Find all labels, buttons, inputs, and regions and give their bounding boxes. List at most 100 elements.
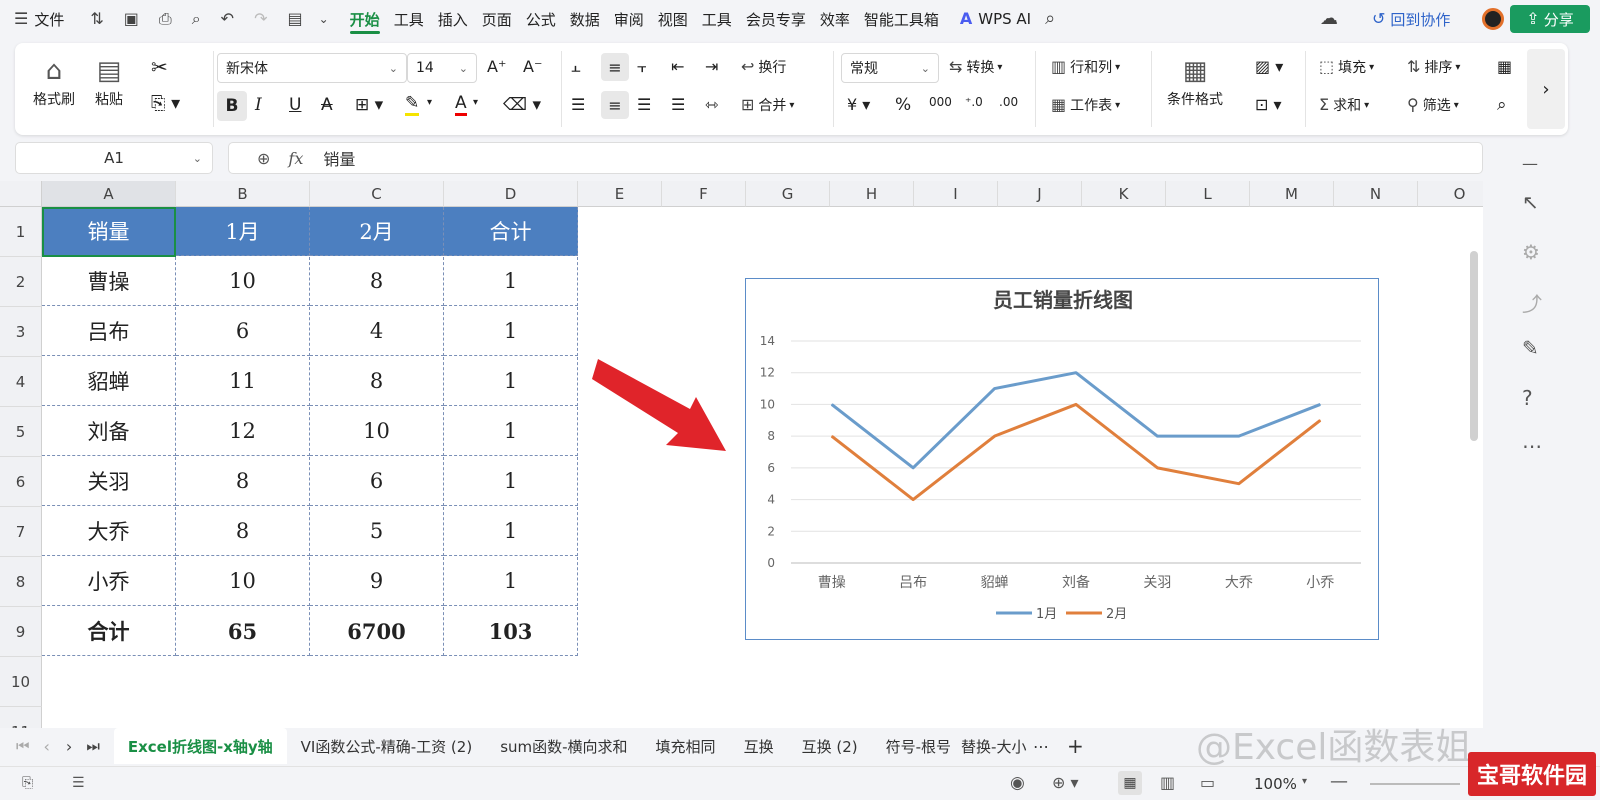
row-header-3[interactable]: 3 <box>0 307 42 357</box>
print-icon[interactable]: ⎙ <box>159 11 172 27</box>
column-header-e[interactable]: E <box>578 181 662 207</box>
scissors-icon[interactable]: ✂ <box>151 55 168 79</box>
align-bottom-icon[interactable]: ⫟ <box>637 57 647 77</box>
share-button[interactable]: ⇪ 分享 <box>1510 5 1590 33</box>
first-sheet-icon[interactable]: ⏮ <box>16 737 30 755</box>
table-cell[interactable]: 1 <box>444 407 578 456</box>
table-cell[interactable]: 4 <box>310 307 444 356</box>
distributed-icon[interactable]: ⇿ <box>705 95 718 114</box>
table-cell[interactable]: 刘备 <box>42 407 176 456</box>
sheet-tab[interactable]: 填充相同 <box>642 728 730 764</box>
row-header-5[interactable]: 5 <box>0 407 42 457</box>
minimize-icon[interactable]: — <box>1522 154 1538 173</box>
bold-button[interactable]: B <box>217 91 247 121</box>
sort-button[interactable]: ⇅ 排序 ▾ <box>1407 57 1460 77</box>
decrease-font-icon[interactable]: A⁻ <box>523 57 542 76</box>
tab-member[interactable]: 会员专享 <box>739 0 813 38</box>
table-cell[interactable]: 8 <box>176 507 310 556</box>
column-header-o[interactable]: O <box>1418 181 1483 207</box>
table-header-cell[interactable]: 2月 <box>310 207 444 256</box>
sum-button[interactable]: Σ 求和 ▾ <box>1319 95 1369 115</box>
convert-button[interactable]: ⇆ 转换 ▾ <box>949 57 1002 77</box>
format-painter-button[interactable]: ⌂ 格式刷 <box>33 53 75 109</box>
table-cell[interactable]: 1 <box>444 507 578 556</box>
font-size-select[interactable]: 14 ⌄ <box>407 53 477 83</box>
underline-button[interactable]: U <box>289 95 301 115</box>
search-icon[interactable]: ⌕ <box>1045 10 1055 28</box>
tab-view[interactable]: 视图 <box>651 0 695 38</box>
vertical-scrollbar[interactable] <box>1468 211 1480 721</box>
sheet-tab[interactable]: sum函数-横向求和 <box>486 728 641 764</box>
table-cell[interactable]: 6700 <box>310 607 444 656</box>
cell-mode-icon[interactable]: ⎘ <box>22 775 33 791</box>
table-cell[interactable]: 8 <box>310 357 444 406</box>
table-cell[interactable]: 103 <box>444 607 578 656</box>
find-icon[interactable]: ⌕ <box>1497 95 1507 115</box>
table-header-cell[interactable]: 1月 <box>176 207 310 256</box>
column-header-f[interactable]: F <box>662 181 746 207</box>
table-cell[interactable]: 9 <box>310 557 444 606</box>
sort-icon[interactable]: ⇅ <box>90 11 103 27</box>
tab-page[interactable]: 页面 <box>475 0 519 38</box>
column-header-n[interactable]: N <box>1334 181 1418 207</box>
chevron-down-icon[interactable]: ▾ <box>427 97 432 108</box>
sheet-tab[interactable]: 符号-根号 <box>872 728 957 764</box>
table-cell[interactable]: 关羽 <box>42 457 176 506</box>
table-cell[interactable]: 1 <box>444 307 578 356</box>
row-header-6[interactable]: 6 <box>0 457 42 507</box>
row-header-8[interactable]: 8 <box>0 557 42 607</box>
table-cell[interactable]: 6 <box>310 457 444 506</box>
increase-indent-icon[interactable]: ⇥ <box>705 57 718 76</box>
help-icon[interactable]: ? <box>1522 386 1533 410</box>
wps-ai-button[interactable]: A WPS AI <box>960 0 1031 38</box>
zoom-level[interactable]: 100% <box>1254 775 1297 793</box>
tools-icon[interactable]: ✎ <box>1522 336 1539 360</box>
column-header-d[interactable]: D <box>444 181 578 207</box>
eraser-icon[interactable]: ⌫ ▾ <box>503 95 541 115</box>
line-chart[interactable]: 员工销量折线图 0 2 4 6 8 10 12 14 曹操 吕布 貂蝉 刘备 关羽 大乔 小乔 1月 2月 <box>745 278 1379 640</box>
font-color-icon[interactable]: A <box>455 93 467 116</box>
select-all-corner[interactable] <box>0 181 42 207</box>
eye-icon[interactable]: ◉ <box>1010 773 1025 793</box>
row-header-1[interactable]: 1 <box>0 207 42 257</box>
sheet-tab[interactable]: VI函数公式-精确-工资 (2) <box>287 728 487 764</box>
row-header-4[interactable]: 4 <box>0 357 42 407</box>
row-header-10[interactable]: 10 <box>0 657 42 707</box>
tab-tools-2[interactable]: 工具 <box>695 0 739 38</box>
table-cell[interactable]: 10 <box>176 557 310 606</box>
decrease-indent-icon[interactable]: ⇤ <box>671 57 684 76</box>
tab-formula[interactable]: 公式 <box>519 0 563 38</box>
currency-icon[interactable]: ¥ ▾ <box>847 95 870 114</box>
merge-button[interactable]: ⊞ 合并 ▾ <box>741 95 794 115</box>
tab-data[interactable]: 数据 <box>563 0 607 38</box>
chevron-down-icon[interactable]: ▾ <box>473 97 478 108</box>
table-cell[interactable]: 1 <box>444 257 578 306</box>
align-center-icon[interactable]: ≡ <box>601 91 629 119</box>
conditional-format-button[interactable]: ▦ 条件格式 <box>1167 53 1223 109</box>
justify-icon[interactable]: ☰ <box>671 95 685 114</box>
table-cell[interactable]: 6 <box>176 307 310 356</box>
sliders-icon[interactable]: ⚙ <box>1522 240 1540 264</box>
table-cell[interactable]: 合计 <box>42 607 176 656</box>
table-cell[interactable]: 8 <box>176 457 310 506</box>
chevron-down-icon[interactable]: ▾ <box>1302 776 1307 787</box>
fx-label[interactable]: fx <box>288 149 303 168</box>
worksheet-button[interactable]: ▦ 工作表 ▾ <box>1051 95 1120 115</box>
last-sheet-icon[interactable]: ⏭ <box>86 737 100 755</box>
row-header-7[interactable]: 7 <box>0 507 42 557</box>
sheet-tab[interactable]: 互换 <box>730 728 788 764</box>
scrollbar-thumb[interactable] <box>1470 251 1478 441</box>
table-cell[interactable]: 10 <box>176 257 310 306</box>
formula-bar[interactable]: ⊕ fx 销量 <box>228 142 1483 174</box>
sheet-tab[interactable]: 替换-大小 <box>957 728 1027 764</box>
table-style-icon[interactable]: ⊡ ▾ <box>1255 95 1282 114</box>
column-header-j[interactable]: J <box>998 181 1082 207</box>
table-cell[interactable]: 曹操 <box>42 257 176 306</box>
table-cell[interactable]: 大乔 <box>42 507 176 556</box>
redo-icon[interactable]: ↷ <box>254 11 267 27</box>
name-box[interactable]: A1 ⌄ <box>15 142 213 174</box>
tab-tools[interactable]: 工具 <box>387 0 431 38</box>
number-format-select[interactable]: 常规 ⌄ <box>841 53 939 83</box>
table-cell[interactable]: 1 <box>444 357 578 406</box>
freeze-icon[interactable]: ▦ <box>1497 57 1512 76</box>
